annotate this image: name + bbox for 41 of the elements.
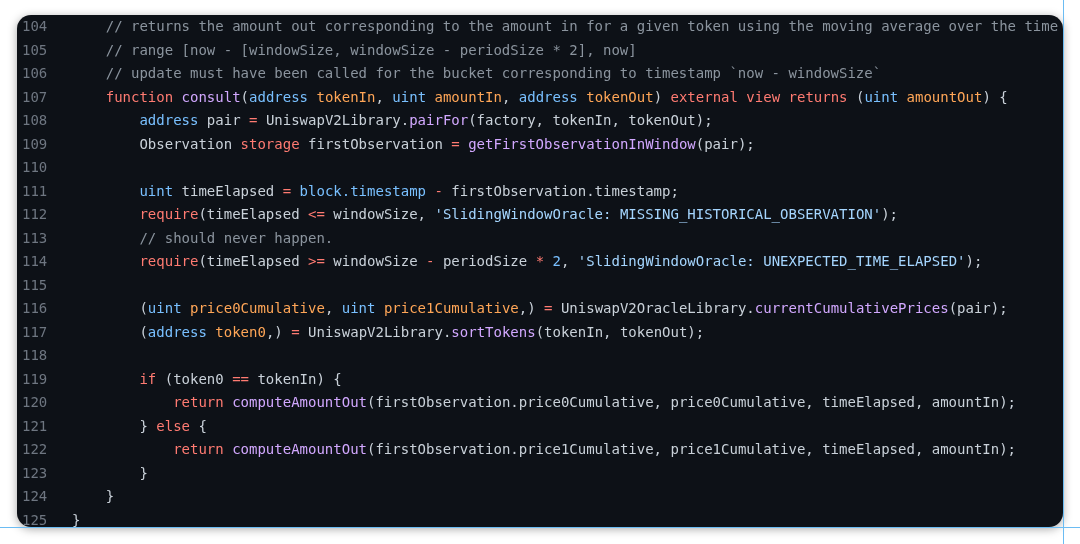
line-number: 111 [22,181,48,201]
code-line: uint timeElapsed = block.timestamp - firstObservation.timestamp; [138,181,679,201]
line-number: 116 [22,299,48,318]
code-line: // update must have been called for the bucket corresponding to timestamp `now - windowSize` [104,64,882,83]
line-number: 110 [22,158,48,177]
line-number: 106 [22,64,48,83]
line-number: 112 [22,205,48,224]
code-line: return computeAmountOut(firstObservation.price1Cumulative, price1Cumulative, timeElapsed, amountIn); [172,440,1017,459]
code-line: // range [now - [windowSize, windowSize - periodSize * 2], now] [104,40,637,60]
code-line: if (token0 == tokenIn) { [138,369,342,389]
line-number: 121 [22,416,48,436]
code-line: (uint price0Cumulative, uint price1Cumulative,) = UniswapV2OracleLibrary.currentCumulativePrices(pair); [138,299,1008,318]
line-number: 124 [22,487,48,506]
line-number: 114 [22,252,48,271]
code-line: } [138,463,148,483]
line-number: 119 [22,369,48,389]
line-number: 109 [22,134,48,154]
line-number: 123 [22,463,48,483]
line-number: 105 [22,40,48,60]
code-line: require(timeElapsed <= windowSize, 'SlidingWindowOracle: MISSING_HISTORICAL_OBSERVATION'); [138,205,899,225]
code-line: Observation storage firstObservation = getFirstObservationInWindow(pair); [138,134,755,154]
line-number: 108 [22,111,48,130]
line-number: 115 [22,275,48,295]
code-line: (address token0,) = UniswapV2Library.sortTokens(tokenIn, tokenOut); [138,322,705,342]
code-line: } [104,487,115,506]
line-number: 117 [22,322,48,342]
code-line: function consult(address tokenIn, uint amountIn, address tokenOut) external view returns (uint amountOut) { [104,87,1008,107]
line-number: 122 [22,440,48,459]
code-line: // returns the amount out corresponding to the amount in for a given token using the moving average over the time [104,17,1059,36]
code-line: } [72,510,81,527]
line-number: 120 [22,393,48,412]
line-number: 113 [22,228,48,248]
code-line: // should never happen. [138,228,334,248]
line-number: 107 [22,87,48,107]
code-line: return computeAmountOut(firstObservation.price0Cumulative, price0Cumulative, timeElapsed, amountIn); [172,393,1017,412]
line-number: 118 [22,346,48,365]
code-line: } else { [138,416,207,436]
code-line: address pair = UniswapV2Library.pairFor(factory, tokenIn, tokenOut); [138,111,713,130]
code-line: require(timeElapsed >= windowSize - periodSize * 2, 'SlidingWindowOracle: UNEXPECTED_TIME_ELAPSED'); [138,252,983,272]
line-number: 104 [22,17,48,36]
line-number: 125 [22,510,48,527]
